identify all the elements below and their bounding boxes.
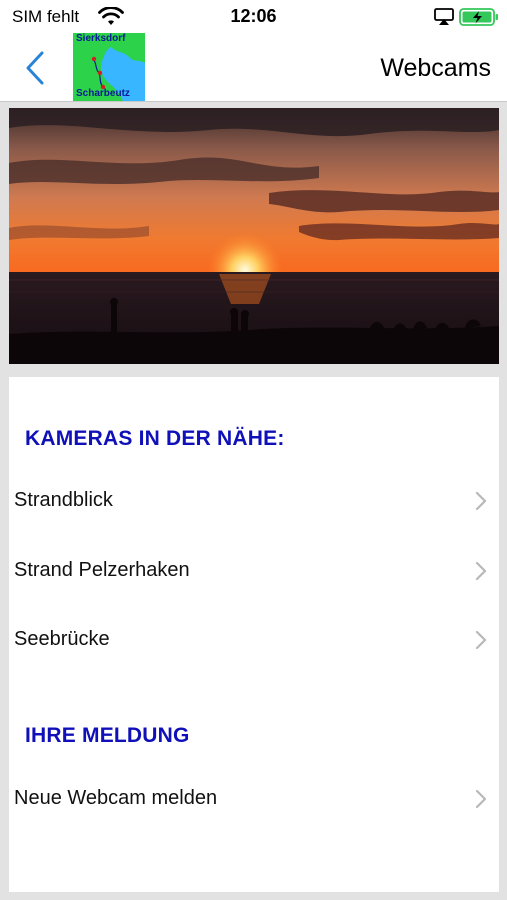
- list-item-label: Strand Pelzerhaken: [14, 559, 190, 581]
- chevron-right-icon: [475, 789, 487, 809]
- list-item-label: Seebrücke: [14, 628, 110, 650]
- webcam-preview-image[interactable]: [9, 108, 499, 364]
- sunset-photo: [9, 108, 499, 364]
- logo-bottom-text: Scharbeutz: [76, 88, 130, 99]
- battery-icon: [459, 8, 498, 26]
- list-item-new-webcam[interactable]: Neue Webcam melden: [9, 769, 499, 829]
- chevron-right-icon: [475, 561, 487, 581]
- clock: 12:06: [230, 6, 277, 26]
- list-item-seebruecke[interactable]: Seebrücke: [9, 610, 499, 670]
- status-bar: SIM fehlt 12:06: [0, 0, 507, 34]
- chevron-right-icon: [475, 630, 487, 650]
- navigation-bar: Sierksdorf Scharbeutz Webcams: [0, 33, 507, 102]
- list-item-strand-pelzerhaken[interactable]: Strand Pelzerhaken: [9, 541, 499, 601]
- section-header-report: IHRE MELDUNG: [25, 724, 190, 747]
- page-title: Webcams: [380, 54, 491, 82]
- back-chevron-icon[interactable]: [20, 48, 52, 88]
- section-header-cameras: KAMERAS IN DER NÄHE:: [25, 427, 285, 450]
- airplay-icon: [434, 8, 454, 25]
- chevron-right-icon: [475, 491, 487, 511]
- webcam-list-card: KAMERAS IN DER NÄHE: Strandblick Strand …: [9, 377, 499, 892]
- app-logo: Sierksdorf Scharbeutz: [73, 33, 145, 101]
- list-item-label: Neue Webcam melden: [14, 787, 218, 809]
- logo-top-text: Sierksdorf: [76, 33, 126, 44]
- list-item-strandblick[interactable]: Strandblick: [9, 471, 499, 531]
- list-item-label: Strandblick: [14, 489, 113, 511]
